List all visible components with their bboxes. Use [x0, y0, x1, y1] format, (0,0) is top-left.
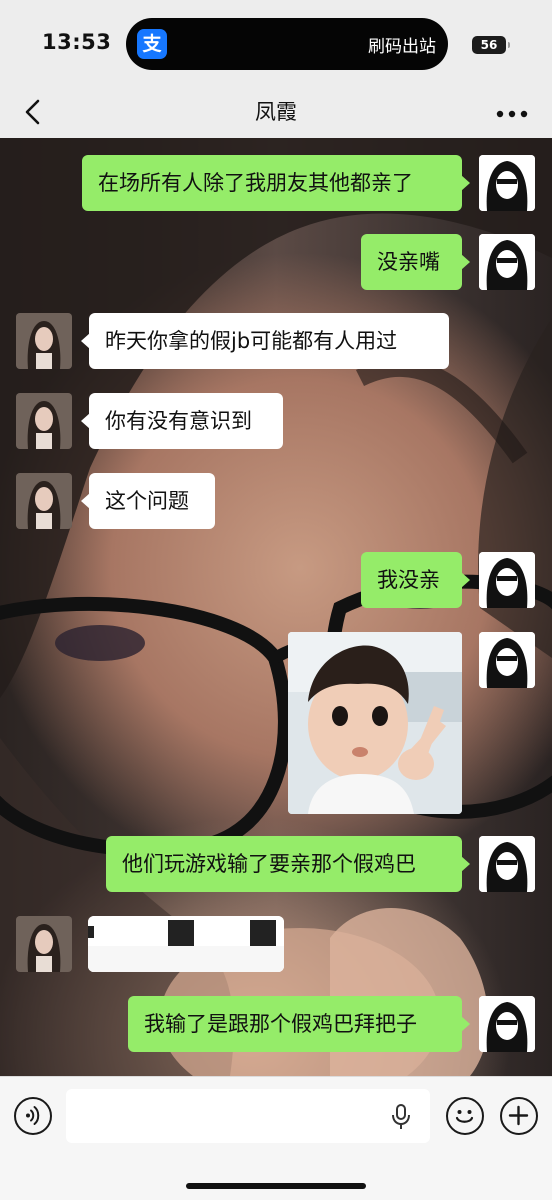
plus-icon [508, 1105, 529, 1126]
message-bubble-mine[interactable]: 他们玩游戏输了要亲那个假鸡巴 [106, 836, 470, 892]
message-bubble-mine[interactable]: 没亲嘴 [361, 234, 470, 290]
avatar-image [16, 313, 72, 369]
avatar-image [16, 916, 72, 972]
emoji-button[interactable] [446, 1097, 484, 1135]
my-avatar[interactable] [479, 632, 535, 688]
avatar-image [479, 155, 535, 211]
message-bubble-theirs[interactable]: 你有没有意识到 [81, 393, 283, 449]
avatar-image [479, 552, 535, 608]
my-avatar[interactable] [479, 155, 535, 211]
message-bubble-mine[interactable]: 在场所有人除了我朋友其他都亲了 [82, 155, 470, 211]
message-bubble-mine[interactable]: 我输了是跟那个假鸡巴拜把子 [128, 996, 470, 1052]
battery-indicator: 56 [472, 36, 510, 54]
sticker-image[interactable] [288, 632, 462, 814]
chat-area[interactable]: 在场所有人除了我朋友其他都亲了 没亲嘴 昨天你拿的假jb可能都有人用过 你有没有… [0, 138, 552, 1076]
contact-avatar[interactable] [16, 473, 72, 529]
message-bubble-theirs[interactable]: 昨天你拿的假jb可能都有人用过 [81, 313, 449, 369]
dynamic-island[interactable]: 支 刷码出站 [126, 18, 448, 70]
more-functions-button[interactable] [500, 1097, 538, 1135]
contact-avatar[interactable] [16, 393, 72, 449]
home-indicator [186, 1183, 366, 1189]
input-bar [0, 1076, 552, 1200]
child-sticker-image [288, 632, 462, 814]
avatar-image [479, 836, 535, 892]
chat-header: 凤霞 [0, 86, 552, 138]
island-activity-text: 刷码出站 [368, 37, 436, 57]
avatar-image [479, 996, 535, 1052]
contact-avatar[interactable] [16, 313, 72, 369]
avatar-image [16, 473, 72, 529]
contact-avatar[interactable] [16, 916, 72, 972]
microphone-icon[interactable] [390, 1103, 412, 1131]
voice-icon [26, 1106, 40, 1125]
my-avatar[interactable] [479, 552, 535, 608]
my-avatar[interactable] [479, 234, 535, 290]
status-bar: 13:53 支 刷码出站 56 [0, 0, 552, 86]
emoji-icon [455, 1110, 474, 1123]
message-bubble-theirs[interactable]: 这个问题 [81, 473, 215, 529]
redaction-blocks [88, 916, 284, 972]
avatar-image [16, 393, 72, 449]
voice-button[interactable] [14, 1097, 52, 1135]
alipay-icon: 支 [137, 29, 167, 59]
my-avatar[interactable] [479, 996, 535, 1052]
more-dots-icon [496, 110, 528, 118]
more-button[interactable] [492, 94, 532, 130]
message-bubble-mine[interactable]: 我没亲 [361, 552, 470, 608]
message-input[interactable] [66, 1089, 430, 1143]
my-avatar[interactable] [479, 836, 535, 892]
avatar-image [479, 234, 535, 290]
avatar-image [479, 632, 535, 688]
redacted-message[interactable] [88, 916, 284, 972]
status-time: 13:53 [42, 30, 112, 54]
chat-title: 凤霞 [255, 100, 297, 124]
